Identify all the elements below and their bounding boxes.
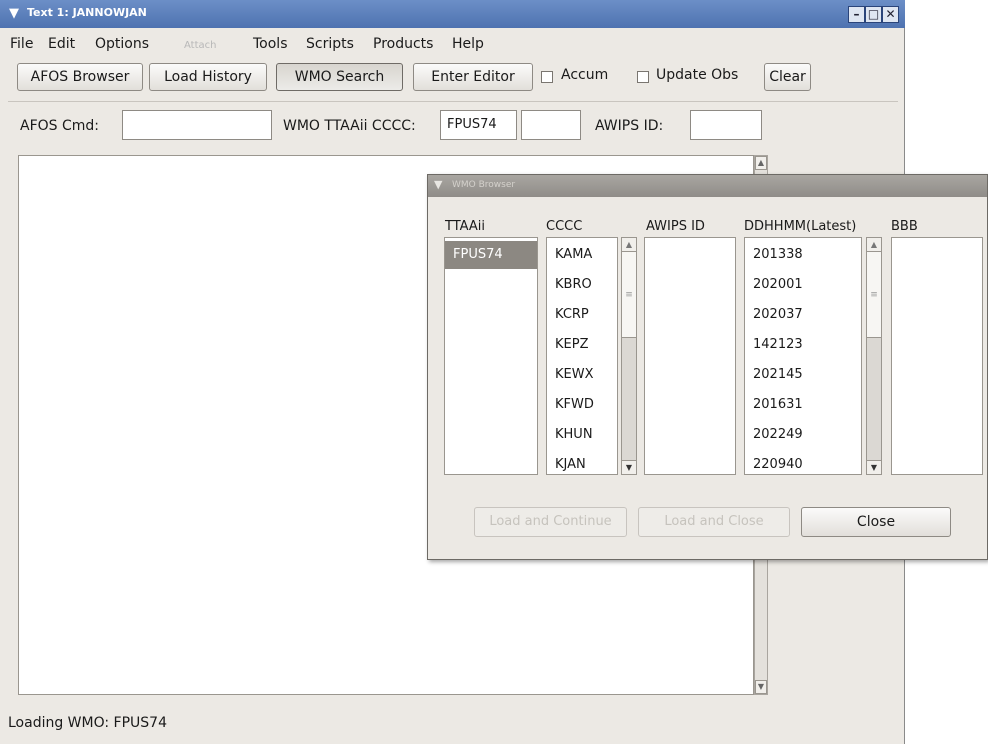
list-item[interactable]: KBRO	[547, 271, 617, 299]
list-item[interactable]: 201631	[745, 391, 861, 419]
accum-checkbox[interactable]	[541, 71, 553, 83]
menu-help[interactable]: Help	[452, 36, 484, 52]
menu-options[interactable]: Options	[95, 36, 149, 52]
list-item[interactable]: 220940	[745, 451, 861, 479]
menu-file[interactable]: File	[10, 36, 33, 52]
menu-scripts[interactable]: Scripts	[306, 36, 354, 52]
menubar: File Edit Options Attach Tools Scripts P…	[0, 30, 900, 58]
list-item[interactable]: KEPZ	[547, 331, 617, 359]
list-item[interactable]: FPUS74	[445, 241, 537, 269]
scroll-down-icon[interactable]: ▼	[755, 680, 767, 694]
col-header-cccc: CCCC	[546, 219, 583, 234]
wmo-search-button[interactable]: WMO Search	[276, 63, 403, 91]
list-item[interactable]: 142123	[745, 331, 861, 359]
scroll-thumb[interactable]: ≡	[867, 252, 881, 338]
update-obs-checkbox[interactable]	[637, 71, 649, 83]
window-title: Text 1: JANNOWJAN	[27, 6, 147, 19]
window-menu-icon[interactable]: ▼	[6, 6, 22, 22]
awips-id-list[interactable]	[644, 237, 736, 475]
maximize-icon[interactable]: □	[865, 6, 882, 23]
load-and-continue-button[interactable]: Load and Continue	[474, 507, 627, 537]
status-bar: Loading WMO: FPUS74	[8, 715, 167, 731]
col-header-ttaaii: TTAAii	[445, 219, 486, 234]
close-button[interactable]: Close	[801, 507, 951, 537]
afos-cmd-input[interactable]	[122, 110, 272, 140]
wmo-cccc-input[interactable]	[521, 110, 581, 140]
wmo-browser-dialog: ▼ WMO Browser TTAAii CCCC AWIPS ID DDHHM…	[427, 174, 988, 560]
scroll-thumb[interactable]: ≡	[622, 252, 636, 338]
list-item[interactable]: KHUN	[547, 421, 617, 449]
toolbar: AFOS Browser Load History WMO Search Ent…	[0, 58, 900, 98]
list-item[interactable]: 202037	[745, 301, 861, 329]
cccc-list[interactable]: KAMA KBRO KCRP KEPZ KEWX KFWD KHUN KJAN	[546, 237, 618, 475]
enter-editor-button[interactable]: Enter Editor	[413, 63, 533, 91]
toolbar-divider	[8, 101, 898, 102]
menu-edit[interactable]: Edit	[48, 36, 75, 52]
ddhhmm-scrollbar[interactable]: ▲ ≡ ▼	[866, 237, 882, 475]
list-item[interactable]: 202001	[745, 271, 861, 299]
dialog-title: WMO Browser	[452, 180, 516, 190]
close-icon[interactable]: ✕	[882, 6, 899, 23]
list-item[interactable]: KFWD	[547, 391, 617, 419]
list-item[interactable]: KCRP	[547, 301, 617, 329]
col-header-ddhhmm: DDHHMM(Latest)	[744, 219, 857, 234]
col-header-bbb: BBB	[891, 219, 918, 234]
ddhhmm-list[interactable]: 201338 202001 202037 142123 202145 20163…	[744, 237, 862, 475]
scroll-down-icon[interactable]: ▼	[622, 460, 636, 474]
scroll-up-icon[interactable]: ▲	[867, 238, 881, 252]
awips-id-label: AWIPS ID:	[595, 118, 664, 134]
ttaaii-list[interactable]: FPUS74	[444, 237, 538, 475]
dialog-titlebar[interactable]: ▼ WMO Browser	[428, 175, 987, 197]
list-item[interactable]: 202145	[745, 361, 861, 389]
scroll-up-icon[interactable]: ▲	[622, 238, 636, 252]
menu-attach: Attach	[184, 40, 217, 51]
bbb-list[interactable]	[891, 237, 983, 475]
wmo-ttaaii-input[interactable]: FPUS74	[440, 110, 517, 140]
menu-products[interactable]: Products	[373, 36, 433, 52]
awips-id-input[interactable]	[690, 110, 762, 140]
list-item[interactable]: KEWX	[547, 361, 617, 389]
afos-cmd-label: AFOS Cmd:	[20, 118, 100, 134]
scroll-down-icon[interactable]: ▼	[867, 460, 881, 474]
dialog-menu-icon[interactable]: ▼	[434, 178, 442, 191]
col-header-awips-id: AWIPS ID	[646, 219, 705, 234]
load-history-button[interactable]: Load History	[149, 63, 267, 91]
wmo-ttaaii-cccc-label: WMO TTAAii CCCC:	[283, 118, 416, 134]
accum-label: Accum	[561, 67, 609, 83]
load-and-close-button[interactable]: Load and Close	[638, 507, 790, 537]
afos-browser-button[interactable]: AFOS Browser	[17, 63, 143, 91]
menu-tools[interactable]: Tools	[253, 36, 288, 52]
window-titlebar[interactable]: ▼ Text 1: JANNOWJAN – □ ✕	[0, 0, 905, 28]
scroll-up-icon[interactable]: ▲	[755, 156, 767, 170]
clear-button[interactable]: Clear	[764, 63, 811, 91]
list-item[interactable]: 201338	[745, 241, 861, 269]
list-item[interactable]: KJAN	[547, 451, 617, 479]
cccc-scrollbar[interactable]: ▲ ≡ ▼	[621, 237, 637, 475]
minimize-icon[interactable]: –	[848, 6, 865, 23]
update-obs-label: Update Obs	[656, 67, 739, 83]
list-item[interactable]: 202249	[745, 421, 861, 449]
list-item[interactable]: KAMA	[547, 241, 617, 269]
